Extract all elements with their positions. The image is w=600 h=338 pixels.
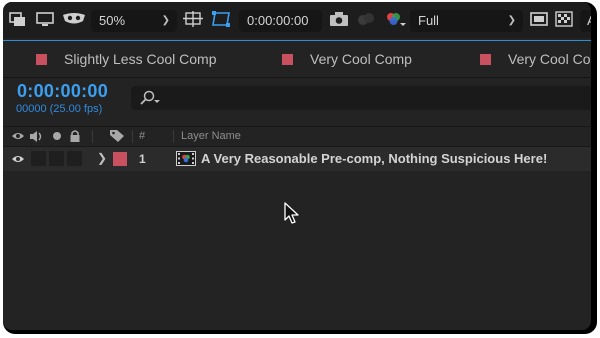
expand-twirl-icon[interactable]: ❯ bbox=[97, 151, 107, 165]
column-number-header[interactable]: # bbox=[139, 130, 145, 142]
tab-label: Very Cool Con bbox=[508, 51, 591, 67]
monitor-icon[interactable] bbox=[36, 11, 54, 27]
mask-visibility-icon[interactable] bbox=[61, 11, 87, 27]
frame-rate-info: 00000 (25.00 fps) bbox=[16, 103, 103, 115]
visibility-eye-icon[interactable] bbox=[11, 154, 25, 164]
viewer-timecode: 0:00:00:00 bbox=[247, 13, 309, 28]
camera-icon[interactable] bbox=[329, 11, 349, 27]
layer-column-header: # Layer Name bbox=[3, 126, 591, 147]
transparency-grid-icon[interactable] bbox=[555, 11, 573, 27]
zoom-dropdown[interactable]: 50% ❯ bbox=[91, 10, 177, 32]
label-tag-icon[interactable] bbox=[109, 129, 125, 143]
mouse-cursor-icon bbox=[284, 202, 299, 224]
layer-search-field[interactable] bbox=[131, 86, 591, 110]
truncated-label: A bbox=[587, 13, 591, 28]
solo-toggle-cell[interactable] bbox=[49, 151, 64, 166]
layer-row[interactable]: ❯ 1 A Very Reasonable Pre-comp, Nothing … bbox=[3, 147, 591, 171]
tab-label: Very Cool Comp bbox=[310, 51, 412, 67]
show-snapshot-icon[interactable] bbox=[355, 11, 377, 27]
layer-name[interactable]: A Very Reasonable Pre-comp, Nothing Susp… bbox=[201, 151, 547, 166]
layer-label-color[interactable] bbox=[113, 152, 127, 166]
grid-guide-icon[interactable] bbox=[183, 11, 203, 27]
tab-very-cool-comp-2[interactable]: Very Cool Con bbox=[480, 51, 591, 67]
column-divider bbox=[92, 130, 93, 143]
resolution-dropdown[interactable]: Full ❯ bbox=[410, 10, 523, 32]
composition-tabs: Slightly Less Cool Comp Very Cool Comp V… bbox=[3, 41, 591, 78]
column-divider bbox=[132, 130, 133, 143]
search-icon bbox=[140, 90, 160, 105]
layer-number: 1 bbox=[139, 152, 146, 166]
truncated-control[interactable]: A bbox=[580, 10, 591, 32]
chevron-down-icon: ❯ bbox=[507, 15, 516, 26]
tab-very-cool-comp[interactable]: Very Cool Comp bbox=[282, 51, 412, 67]
tab-label: Slightly Less Cool Comp bbox=[64, 51, 217, 67]
column-layer-name-header[interactable]: Layer Name bbox=[181, 130, 241, 142]
precomp-icon bbox=[176, 151, 196, 166]
after-effects-panel: 50% ❯ 0:00:00:00 Full ❯ Slightly Less Co… bbox=[3, 2, 591, 330]
lock-icon[interactable] bbox=[69, 129, 81, 143]
resolution-value: Full bbox=[418, 13, 439, 28]
channel-rgb-icon[interactable] bbox=[383, 11, 407, 27]
current-time-field[interactable]: 0:00:00:00 bbox=[239, 10, 322, 32]
region-of-interest-icon[interactable] bbox=[210, 11, 232, 27]
label-color-swatch bbox=[480, 54, 491, 65]
chevron-down-icon: ❯ bbox=[161, 15, 170, 26]
label-color-swatch bbox=[282, 54, 293, 65]
viewer-toolbar: 50% ❯ 0:00:00:00 Full ❯ bbox=[3, 2, 591, 38]
snapshot-windows-icon[interactable] bbox=[9, 11, 27, 27]
eye-icon[interactable] bbox=[11, 131, 25, 141]
speaker-icon[interactable] bbox=[29, 130, 45, 143]
fast-previews-icon[interactable] bbox=[530, 11, 548, 27]
solo-icon[interactable] bbox=[53, 132, 61, 140]
audio-toggle-cell[interactable] bbox=[31, 151, 46, 166]
label-color-swatch bbox=[36, 54, 47, 65]
column-divider bbox=[173, 130, 174, 143]
lock-toggle-cell[interactable] bbox=[67, 151, 82, 166]
tab-slightly-less-cool-comp[interactable]: Slightly Less Cool Comp bbox=[36, 51, 217, 67]
current-time-display[interactable]: 0:00:00:00 bbox=[17, 81, 108, 102]
zoom-value: 50% bbox=[99, 13, 126, 28]
